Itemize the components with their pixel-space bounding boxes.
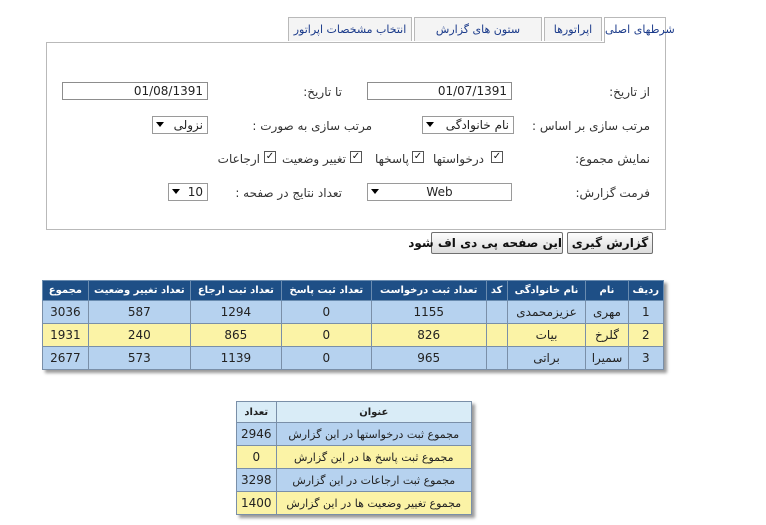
cell-referrals: 865: [189, 323, 282, 347]
col-requests: تعداد ثبت درخواست: [370, 280, 487, 301]
cell-total: 3036: [42, 300, 89, 324]
results-table: مجموع تعداد تغییر وضعیت تعداد ثبت ارجاع …: [42, 280, 665, 370]
cell-first-name: مهری: [585, 300, 629, 324]
col-code: کد: [485, 280, 508, 301]
per-page-select[interactable]: 10: [168, 183, 208, 201]
sort-by-select[interactable]: نام خانوادگی: [422, 116, 514, 134]
table-row: 1931 240 865 0 826 بیات گلرخ 2: [42, 323, 665, 347]
from-date-label: از تاریخ:: [609, 85, 650, 99]
tab-operator-details[interactable]: انتخاب مشخصات اپراتور: [288, 17, 412, 41]
col-referrals: تعداد ثبت ارجاع: [189, 280, 282, 301]
tab-report-columns[interactable]: ستون های گزارش: [414, 17, 542, 41]
format-select[interactable]: Web: [367, 183, 512, 201]
cell-code: [485, 323, 508, 347]
results-header-row: مجموع تعداد تغییر وضعیت تعداد ثبت ارجاع …: [42, 280, 665, 301]
summary-count: 3298: [236, 468, 277, 492]
chevron-down-icon: [156, 122, 164, 127]
col-last-name: نام خانوادگی: [506, 280, 587, 301]
cell-code: [485, 300, 508, 324]
checkbox-referrals-label: ارجاعات: [217, 152, 260, 166]
sort-order-label: مرتب سازی به صورت :: [252, 119, 372, 133]
per-page-value: 10: [187, 185, 203, 199]
col-count: تعداد: [236, 401, 277, 423]
table-row: 2677 573 1139 0 965 براتی سمیرا 3: [42, 346, 665, 370]
checkbox-status-change-label: تغییر وضعیت: [282, 152, 346, 166]
chevron-down-icon: [172, 189, 180, 194]
summary-table: تعداد عنوان 2946 مجموع ثبت درخواستها در …: [236, 401, 473, 515]
cell-code: [485, 346, 508, 370]
sort-order-value: نزولی: [173, 118, 203, 132]
summary-title: مجموع ثبت درخواستها در این گزارش: [275, 422, 473, 446]
pdf-button[interactable]: این صفحه پی دی اف شود: [408, 232, 563, 254]
checkbox-referrals[interactable]: ✓: [264, 151, 276, 163]
cell-status-changes: 573: [87, 346, 191, 370]
list-item: 3298 مجموع ثبت ارجاعات در این گزارش: [236, 468, 473, 492]
list-item: 1400 مجموع تغییر وضعیت ها در این گزارش: [236, 491, 473, 515]
chevron-down-icon: [426, 122, 434, 127]
cell-responses: 0: [280, 300, 372, 324]
summary-header-row: تعداد عنوان: [236, 401, 473, 423]
summary-title: مجموع تغییر وضعیت ها در این گزارش: [275, 491, 473, 515]
col-first-name: نام: [585, 280, 629, 301]
cell-row-number: 3: [627, 346, 665, 370]
col-title: عنوان: [275, 401, 473, 423]
list-item: 2946 مجموع ثبت درخواستها در این گزارش: [236, 422, 473, 446]
show-total-label: نمایش مجموع:: [575, 152, 650, 166]
cell-row-number: 1: [627, 300, 665, 324]
checkbox-responses[interactable]: ✓: [412, 151, 424, 163]
cell-row-number: 2: [627, 323, 665, 347]
col-status-changes: تعداد تغییر وضعیت: [87, 280, 191, 301]
summary-count: 1400: [236, 491, 277, 515]
tab-operators[interactable]: اپراتورها: [544, 17, 602, 41]
from-date-input[interactable]: 01/07/1391: [367, 82, 512, 100]
chevron-down-icon: [371, 189, 379, 194]
conditions-panel: [46, 42, 666, 230]
summary-count: 2946: [236, 422, 277, 446]
col-responses: تعداد ثبت پاسخ: [280, 280, 372, 301]
format-label: فرمت گزارش:: [575, 186, 650, 200]
cell-referrals: 1139: [189, 346, 282, 370]
checkbox-requests-label: درخواستها: [433, 152, 484, 166]
cell-last-name: بیات: [506, 323, 587, 347]
cell-status-changes: 587: [87, 300, 191, 324]
cell-total: 2677: [42, 346, 89, 370]
checkbox-responses-label: پاسخها: [375, 152, 409, 166]
format-value: Web: [426, 185, 453, 199]
cell-first-name: سمیرا: [585, 346, 629, 370]
checkbox-requests[interactable]: ✓: [491, 151, 503, 163]
to-date-input[interactable]: 01/08/1391: [62, 82, 208, 100]
col-row-number: ردیف: [627, 280, 665, 301]
cell-responses: 0: [280, 346, 372, 370]
sort-by-label: مرتب سازی بر اساس :: [531, 119, 650, 133]
cell-requests: 1155: [370, 300, 487, 324]
sort-by-value: نام خانوادگی: [445, 118, 509, 132]
summary-title: مجموع ثبت پاسخ ها در این گزارش: [275, 445, 473, 469]
cell-responses: 0: [280, 323, 372, 347]
cell-total: 1931: [42, 323, 89, 347]
cell-last-name: عزیزمحمدی: [506, 300, 587, 324]
table-row: 3036 587 1294 0 1155 عزیزمحمدی مهری 1: [42, 300, 665, 324]
cell-requests: 826: [370, 323, 487, 347]
checkbox-status-change[interactable]: ✓: [350, 151, 362, 163]
summary-count: 0: [236, 445, 277, 469]
cell-requests: 965: [370, 346, 487, 370]
tab-main-conditions[interactable]: شرطهای اصلی: [604, 17, 675, 43]
per-page-label: تعداد نتایج در صفحه :: [235, 186, 342, 200]
sort-order-select[interactable]: نزولی: [152, 116, 208, 134]
list-item: 0 مجموع ثبت پاسخ ها در این گزارش: [236, 445, 473, 469]
report-button[interactable]: گزارش گیری: [567, 232, 653, 254]
col-total: مجموع: [42, 280, 89, 301]
summary-title: مجموع ثبت ارجاعات در این گزارش: [275, 468, 473, 492]
cell-first-name: گلرخ: [585, 323, 629, 347]
cell-last-name: براتی: [506, 346, 587, 370]
cell-referrals: 1294: [189, 300, 282, 324]
to-date-label: تا تاریخ:: [303, 85, 342, 99]
cell-status-changes: 240: [87, 323, 191, 347]
